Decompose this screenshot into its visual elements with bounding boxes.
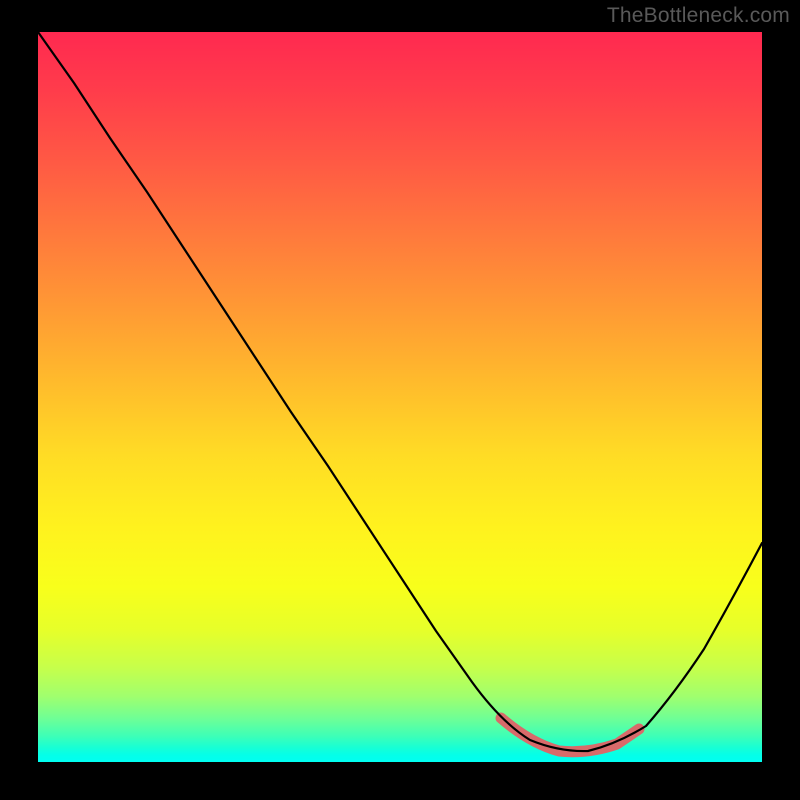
plot-gradient-area [38, 32, 762, 762]
watermark-text: TheBottleneck.com [607, 4, 790, 28]
curve-svg [38, 32, 762, 762]
chart-container: TheBottleneck.com [0, 0, 800, 800]
bottleneck-curve [38, 32, 762, 751]
